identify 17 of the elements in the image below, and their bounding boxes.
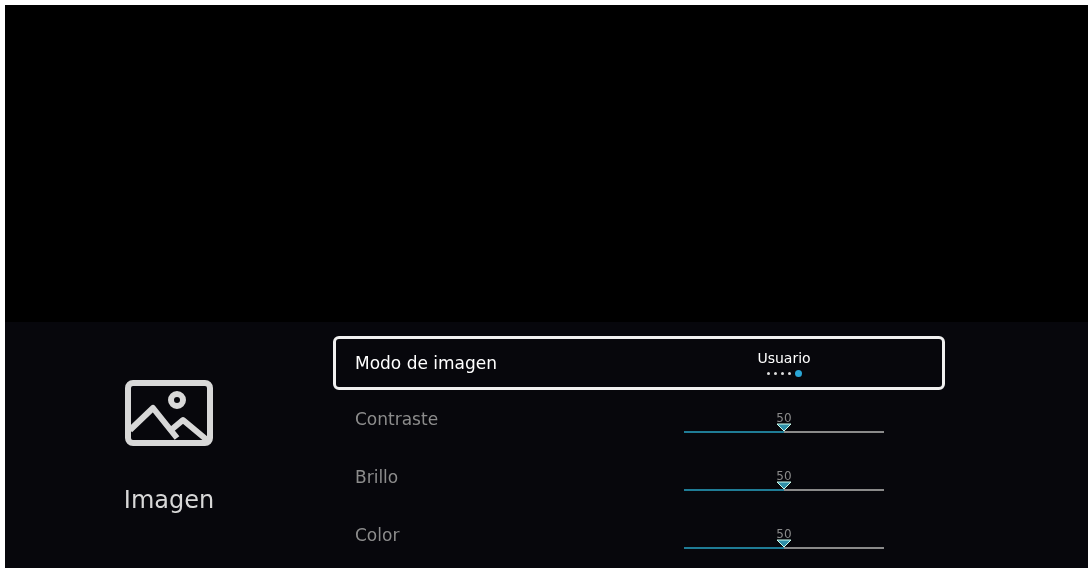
slider-value: 50 [776, 411, 792, 425]
slider-value: 50 [776, 469, 792, 483]
setting-label: Brillo [354, 467, 400, 487]
setting-row[interactable]: Color 50 [333, 506, 945, 564]
setting-row[interactable]: Contraste 50 [333, 390, 945, 448]
setting-label: Color [354, 525, 401, 545]
setting-value: Usuario [757, 349, 811, 366]
slider[interactable] [684, 539, 884, 549]
picture-icon [125, 380, 213, 446]
setting-label: Contraste [354, 409, 440, 429]
category-label: Imagen [123, 486, 215, 514]
slider-value: 50 [776, 527, 792, 541]
slider[interactable] [684, 423, 884, 433]
slider[interactable] [684, 481, 884, 491]
setting-label: Modo de imagen [354, 353, 499, 373]
setting-row[interactable]: Modo de imagen Usuario [333, 336, 945, 390]
setting-row[interactable]: Brillo 50 [333, 448, 945, 506]
